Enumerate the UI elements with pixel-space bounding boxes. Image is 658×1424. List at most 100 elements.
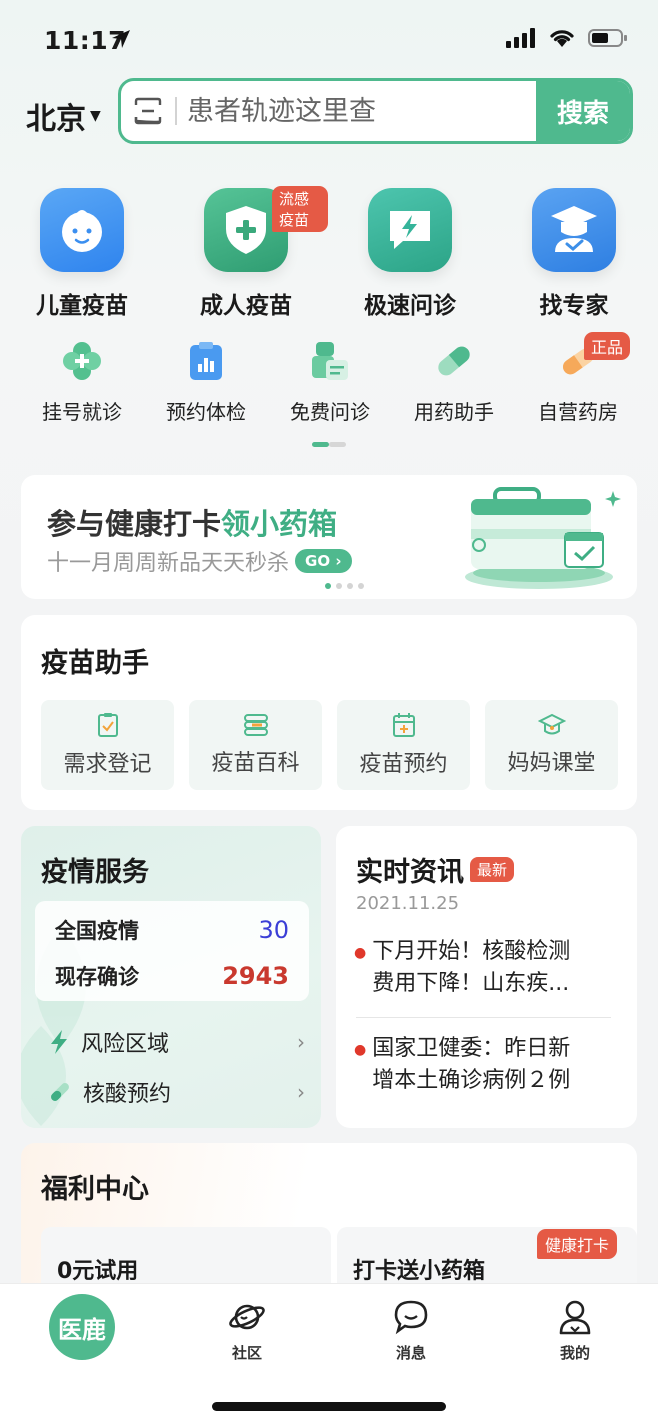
service-child-vaccine[interactable]: 儿童疫苗 [0, 188, 164, 320]
stethoscope-doc-icon [307, 338, 353, 384]
news-item[interactable]: ● 国家卫健委：昨日新 增本土确诊病例２例 [354, 1033, 614, 1097]
genuine-tag: 正品 [584, 332, 631, 360]
risk-area-link[interactable]: 风险区域 › [49, 1026, 305, 1058]
vaccine-item-label: 需求登记 [63, 752, 152, 777]
service-label: 找专家 [539, 293, 609, 319]
tab-messages[interactable]: 消息 [356, 1298, 466, 1363]
stat-confirmed-value: 2943 [222, 962, 289, 990]
service-label: 用药助手 [414, 400, 494, 424]
news-divider [356, 1017, 611, 1018]
capsule-icon [431, 338, 477, 384]
clover-cross-icon [59, 338, 105, 384]
tab-label: 消息 [395, 1344, 426, 1362]
promo-banner[interactable]: 参与健康打卡领小药箱 十一月周周新品天天秒杀 GO › [21, 475, 637, 599]
service-checkup[interactable]: 预约体检 [144, 338, 268, 425]
news-header: 实时资讯 最新 [356, 850, 515, 889]
location-arrow-icon [110, 28, 132, 54]
baby-face-icon [40, 188, 124, 272]
person-icon [559, 1300, 591, 1335]
services-pager [312, 442, 346, 447]
risk-area-label: 风险区域 [81, 1032, 170, 1057]
caret-down-icon: ▼ [90, 108, 101, 124]
chat-bubble-icon [394, 1300, 428, 1335]
stat-confirmed: 现存确诊 2943 [55, 962, 289, 990]
banner-subtitle: 十一月周周新品天天秒杀 GO › [47, 545, 352, 577]
banner-title: 参与健康打卡领小药箱 [47, 507, 338, 541]
service-medication[interactable]: 用药助手 [392, 338, 516, 425]
service-adult-vaccine[interactable]: 流感疫苗 成人疫苗 [164, 186, 328, 320]
news-item[interactable]: ● 下月开始！核酸检测 费用下降！山东疾... [354, 936, 614, 1000]
banner-dots [325, 583, 364, 589]
stat-national-value: 30 [258, 916, 289, 944]
city-selector[interactable]: 北京 ▼ [26, 94, 101, 138]
vaccine-item-label: 疫苗预约 [359, 752, 448, 777]
checkin-gift-label: 打卡送小药箱 [353, 1259, 486, 1284]
tab-label: 社区 [231, 1344, 262, 1362]
vaccine-title: 疫苗助手 [41, 648, 149, 679]
service-label: 儿童疫苗 [36, 293, 128, 319]
service-label: 极速问诊 [364, 293, 456, 319]
lightning-chat-icon [368, 188, 452, 272]
service-registration[interactable]: 挂号就诊 [20, 338, 144, 425]
news-latest-badge: 最新 [470, 857, 515, 882]
service-label: 挂号就诊 [42, 400, 122, 424]
health-checkin-tag: 健康打卡 [536, 1229, 617, 1259]
book-stack-icon [243, 714, 268, 736]
tab-profile[interactable]: 我的 [520, 1298, 630, 1363]
battery-icon [588, 29, 627, 47]
chevron-right-icon: › [297, 1080, 305, 1104]
app-logo-icon: 医鹿 [49, 1294, 115, 1360]
planet-icon [229, 1304, 265, 1330]
signal-icon [506, 28, 535, 48]
epidemic-service-card[interactable]: 疫情服务 全国疫情 30 现存确诊 2943 风险区域 › 核酸预约 › [21, 826, 321, 1128]
go-button[interactable]: GO › [295, 549, 352, 573]
service-label: 免费问诊 [290, 400, 370, 424]
free-trial-label: 0元试用 [57, 1259, 139, 1284]
chevron-right-icon: › [297, 1030, 305, 1054]
lightning-icon [51, 1030, 67, 1054]
news-title: 实时资讯 [356, 857, 464, 888]
vaccine-appointment[interactable]: 疫苗预约 [337, 700, 470, 790]
status-indicators [506, 28, 628, 48]
graduation-cap-icon [537, 713, 566, 735]
search-button[interactable]: 搜索 [536, 81, 630, 141]
primary-services: 儿童疫苗 流感疫苗 成人疫苗 极速问诊 找专家 [0, 186, 658, 320]
vaccine-item-label: 疫苗百科 [211, 751, 300, 776]
service-label: 成人疫苗 [200, 293, 292, 319]
service-label: 自营药房 [538, 400, 618, 424]
medicine-box-icon [465, 487, 621, 589]
service-find-expert[interactable]: 找专家 [492, 188, 656, 320]
vaccine-grid: 需求登记 疫苗百科 疫苗预约 妈妈课堂 [41, 700, 618, 790]
scan-icon[interactable] [121, 81, 175, 141]
vaccine-encyclopedia[interactable]: 疫苗百科 [189, 700, 322, 790]
secondary-services: 挂号就诊 预约体检 免费问诊 用药助手 正品 自营药房 [20, 332, 640, 425]
news-date: 2021.11.25 [356, 893, 460, 914]
epidemic-title: 疫情服务 [41, 857, 149, 888]
test-tube-icon [51, 1083, 69, 1101]
epidemic-stats: 全国疫情 30 现存确诊 2943 [35, 901, 309, 1001]
vaccine-item-label: 妈妈课堂 [507, 751, 596, 776]
tab-community[interactable]: 社区 [192, 1298, 302, 1363]
flu-vaccine-tag: 流感疫苗 [272, 186, 328, 232]
nucleic-test-link[interactable]: 核酸预约 › [49, 1076, 305, 1108]
service-quick-consult[interactable]: 极速问诊 [328, 188, 492, 320]
nucleic-test-label: 核酸预约 [83, 1082, 172, 1107]
vaccine-need-register[interactable]: 需求登记 [41, 700, 174, 790]
home-indicator [212, 1402, 446, 1411]
tab-home[interactable]: 医鹿 [27, 1294, 137, 1360]
vaccine-assistant-card: 疫苗助手 需求登记 疫苗百科 疫苗预约 妈妈课堂 [21, 615, 637, 810]
welfare-title: 福利中心 [41, 1174, 149, 1205]
service-free-consult[interactable]: 免费问诊 [268, 338, 392, 425]
service-pharmacy[interactable]: 正品 自营药房 [516, 332, 640, 425]
search-bar: 搜索 [118, 78, 633, 144]
tab-label: 我的 [559, 1344, 590, 1362]
realtime-news-card[interactable]: 实时资讯 最新 2021.11.25 ● 下月开始！核酸检测 费用下降！山东疾..… [336, 826, 637, 1128]
calendar-plus-icon [392, 713, 415, 737]
mom-classroom[interactable]: 妈妈课堂 [485, 700, 618, 790]
stat-national: 全国疫情 30 [55, 916, 289, 944]
service-label: 预约体检 [166, 400, 246, 424]
clipboard-chart-icon [183, 338, 229, 384]
city-label: 北京 [26, 102, 86, 137]
search-input[interactable] [177, 81, 536, 141]
clipboard-check-icon [97, 713, 118, 737]
